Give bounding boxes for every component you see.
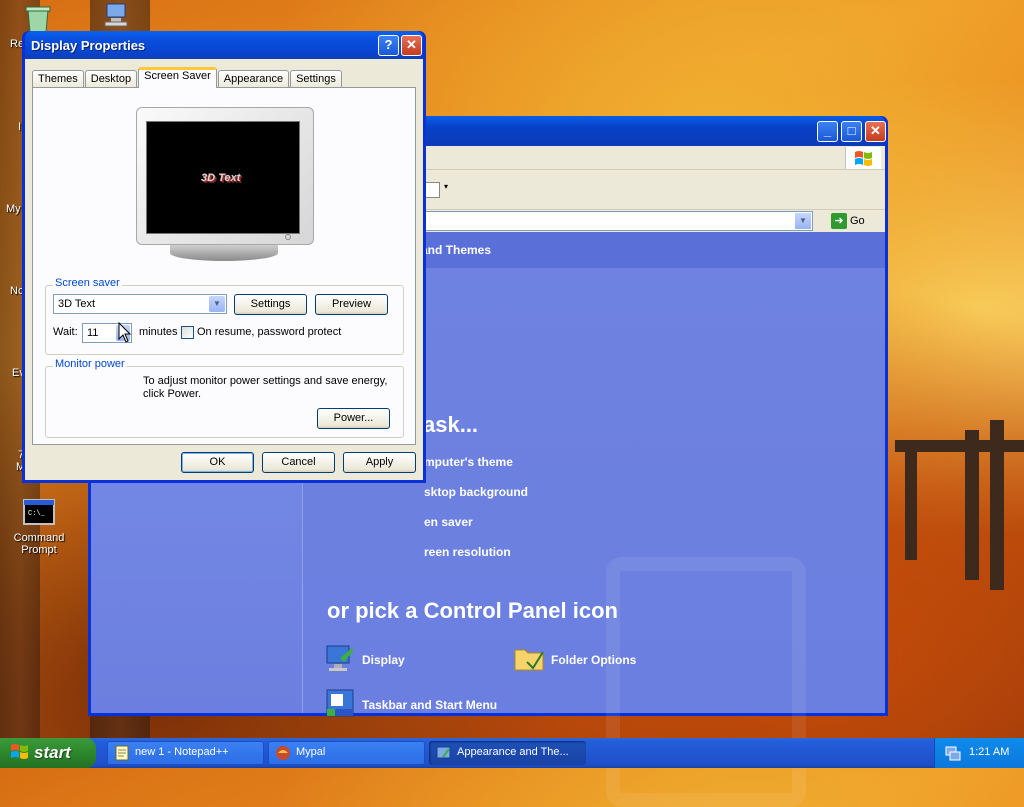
folder-options-link[interactable]: Folder Options: [513, 642, 636, 677]
wallpaper-fence: [965, 430, 979, 580]
system-tray: 1:21 AM: [934, 738, 1024, 768]
go-button[interactable]: ➜ Go: [831, 211, 865, 231]
tab-appearance[interactable]: Appearance: [217, 70, 290, 88]
preview-screen: 3D Text: [146, 121, 300, 234]
preview-3d-text: 3D Text: [201, 172, 241, 184]
ok-button[interactable]: OK: [181, 452, 254, 473]
recycle-bin-icon[interactable]: [24, 4, 52, 34]
go-label: Go: [850, 215, 865, 227]
control-panel-icon: [436, 745, 452, 761]
task-link[interactable]: mputer's theme: [424, 455, 513, 469]
mouse-pointer-icon: [118, 321, 132, 344]
windows-logo-icon: [845, 147, 881, 169]
tab-settings[interactable]: Settings: [290, 70, 342, 88]
pick-icon-heading: or pick a Control Panel icon: [327, 598, 618, 623]
watermark-graphic: [606, 557, 806, 807]
display-link[interactable]: Display: [324, 642, 405, 677]
monitor-stand: [170, 245, 278, 261]
taskbar-button-label: new 1 - Notepad++: [135, 746, 229, 758]
task-link[interactable]: reen resolution: [424, 545, 511, 559]
taskbar-button-notepad[interactable]: new 1 - Notepad++: [107, 741, 264, 765]
wait-label: Wait:: [53, 326, 78, 338]
mypal-browser-icon: [275, 745, 291, 761]
taskbar-button-label: Mypal: [296, 746, 326, 758]
windows-flag-icon: [10, 742, 30, 765]
task-link[interactable]: sktop background: [424, 485, 528, 499]
minutes-label: minutes: [139, 326, 178, 338]
clock[interactable]: 1:21 AM: [969, 746, 1009, 758]
monitor-preview: 3D Text: [136, 107, 314, 245]
tab-desktop[interactable]: Desktop: [84, 70, 138, 88]
monitor-power-description: click Power.: [143, 388, 202, 400]
display-properties-dialog: Display Properties ? ✕ Themes Desktop Sc…: [22, 31, 426, 483]
svg-text:C:\_: C:\_: [28, 510, 46, 518]
maximize-button[interactable]: □: [841, 121, 862, 142]
desktop-icon-label[interactable]: I: [18, 121, 21, 133]
dialog-title: Display Properties: [31, 38, 146, 53]
screen-saver-selected-value: 3D Text: [58, 298, 96, 310]
command-prompt-icon: C:\_: [23, 497, 55, 529]
taskbar-button-control-panel[interactable]: Appearance and The...: [429, 741, 586, 765]
start-button[interactable]: start: [0, 738, 96, 768]
tab-themes[interactable]: Themes: [32, 70, 84, 88]
taskbar-start-menu-label: Taskbar and Start Menu: [362, 697, 498, 712]
display-icon: [324, 642, 356, 677]
monitor-power-description: To adjust monitor power settings and sav…: [143, 375, 388, 387]
folder-options-label: Folder Options: [551, 652, 637, 667]
folder-options-icon: [513, 642, 545, 677]
category-title: and Themes: [421, 243, 492, 257]
help-button[interactable]: ?: [378, 35, 399, 56]
screen-saver-tab-pane: 3D Text Screen saver 3D Text ▼ Settings …: [32, 87, 416, 445]
screen-saver-select[interactable]: 3D Text ▼: [53, 294, 227, 314]
screen-saver-group-label: Screen saver: [53, 277, 122, 289]
taskbar-start-menu-icon: [324, 687, 356, 722]
task-link[interactable]: en saver: [424, 515, 473, 529]
pick-task-heading: ask...: [423, 412, 479, 437]
start-label: start: [34, 743, 71, 762]
wallpaper-fence: [990, 420, 1004, 590]
wait-minutes-value: 11: [87, 327, 99, 339]
network-icon[interactable]: [102, 2, 130, 30]
preview-button[interactable]: Preview: [315, 294, 388, 315]
settings-button[interactable]: Settings: [234, 294, 307, 315]
close-button[interactable]: ✕: [865, 121, 886, 142]
chevron-down-icon[interactable]: ▾: [444, 182, 448, 191]
display-label: Display: [362, 652, 405, 667]
apply-button[interactable]: Apply: [343, 452, 416, 473]
views-icon[interactable]: [424, 182, 440, 198]
taskbar-button-label: Appearance and The...: [457, 746, 569, 758]
monitor-power-group-label: Monitor power: [53, 358, 127, 370]
notepad-plus-plus-icon: [114, 745, 130, 761]
cancel-button[interactable]: Cancel: [262, 452, 335, 473]
tab-strip: Themes Desktop Screen Saver Appearance S…: [32, 66, 343, 88]
desktop-icon-label: Command Prompt: [13, 532, 65, 556]
password-protect-checkbox[interactable]: [181, 326, 194, 339]
power-button[interactable]: Power...: [317, 408, 390, 429]
desktop-icon-command-prompt[interactable]: C:\_ Command Prompt: [4, 497, 74, 556]
wallpaper-fence: [905, 450, 917, 560]
network-tray-icon[interactable]: [945, 745, 961, 761]
close-button[interactable]: ✕: [401, 35, 422, 56]
minimize-button[interactable]: _: [817, 121, 838, 142]
tab-screen-saver[interactable]: Screen Saver: [138, 67, 217, 88]
power-led-icon: [285, 234, 291, 240]
power-settings-icon: [57, 378, 89, 410]
dialog-titlebar[interactable]: Display Properties ? ✕: [25, 31, 423, 59]
desktop-icon-label-my[interactable]: My: [6, 203, 21, 215]
chevron-down-icon[interactable]: ▼: [795, 213, 811, 229]
chevron-down-icon[interactable]: ▼: [209, 296, 225, 312]
taskbar-button-mypal[interactable]: Mypal: [268, 741, 425, 765]
dialog-body: Themes Desktop Screen Saver Appearance S…: [25, 59, 423, 480]
taskbar-start-menu-link[interactable]: Taskbar and Start Menu: [324, 687, 497, 722]
password-protect-label[interactable]: On resume, password protect: [197, 326, 341, 338]
taskbar: start new 1 - Notepad++ Mypal Appearance…: [0, 738, 1024, 768]
go-arrow-icon: ➜: [831, 213, 847, 229]
